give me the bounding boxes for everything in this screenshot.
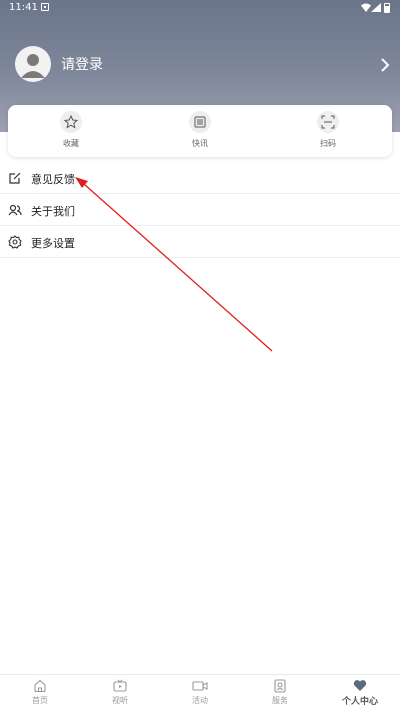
menu-item-more-settings[interactable]: 更多设置 [0, 227, 400, 258]
menu-item-label: 关于我们 [31, 205, 75, 218]
home-icon [34, 679, 46, 693]
quick-action-label: 收藏 [63, 139, 79, 148]
avatar[interactable] [15, 46, 51, 82]
scan-icon [321, 115, 335, 129]
star-icon [64, 115, 78, 129]
status-time: 11:41 [9, 2, 38, 13]
quick-action-favorites[interactable]: 收藏 [41, 111, 101, 155]
nav-label: 活动 [192, 696, 208, 705]
nav-audio-video[interactable]: 视听 [90, 679, 150, 711]
menu-item-about-us[interactable]: 关于我们 [0, 195, 400, 226]
status-bar: 11:41 [0, 0, 400, 16]
bottom-navigation: 首页 视听 活动 服务 个人中心 [0, 674, 400, 711]
battery-icon [384, 3, 390, 13]
tv-icon [113, 679, 127, 692]
quick-action-scan[interactable]: 扫码 [298, 111, 358, 155]
edit-icon [9, 172, 21, 184]
login-link[interactable]: 请登录 [61, 54, 103, 74]
news-list-icon [194, 116, 206, 128]
menu-item-feedback[interactable]: 意见反馈 [0, 163, 400, 194]
video-camera-icon [192, 681, 208, 691]
nav-label: 首页 [32, 696, 48, 705]
quick-action-label: 扫码 [320, 139, 336, 148]
service-icon [274, 679, 286, 693]
heart-icon [353, 680, 367, 691]
nav-label: 个人中心 [341, 697, 378, 707]
signal-icon [371, 3, 381, 12]
quick-actions-card: 收藏 快讯 扫码 [8, 105, 392, 157]
chevron-right-icon[interactable] [381, 58, 389, 72]
notification-icon [41, 3, 49, 11]
nav-label: 视听 [112, 696, 128, 705]
wifi-icon [361, 3, 371, 12]
quick-action-news[interactable]: 快讯 [170, 111, 230, 155]
menu-item-label: 更多设置 [31, 237, 75, 250]
user-silhouette-icon [21, 54, 45, 78]
nav-activities[interactable]: 活动 [170, 679, 230, 711]
menu-item-label: 意见反馈 [31, 173, 75, 186]
nav-personal-center[interactable]: 个人中心 [330, 679, 390, 711]
nav-services[interactable]: 服务 [250, 679, 310, 711]
nav-home[interactable]: 首页 [10, 679, 70, 711]
gear-icon [8, 235, 22, 249]
nav-label: 服务 [272, 696, 288, 705]
quick-action-label: 快讯 [192, 139, 208, 148]
users-icon [8, 204, 22, 216]
